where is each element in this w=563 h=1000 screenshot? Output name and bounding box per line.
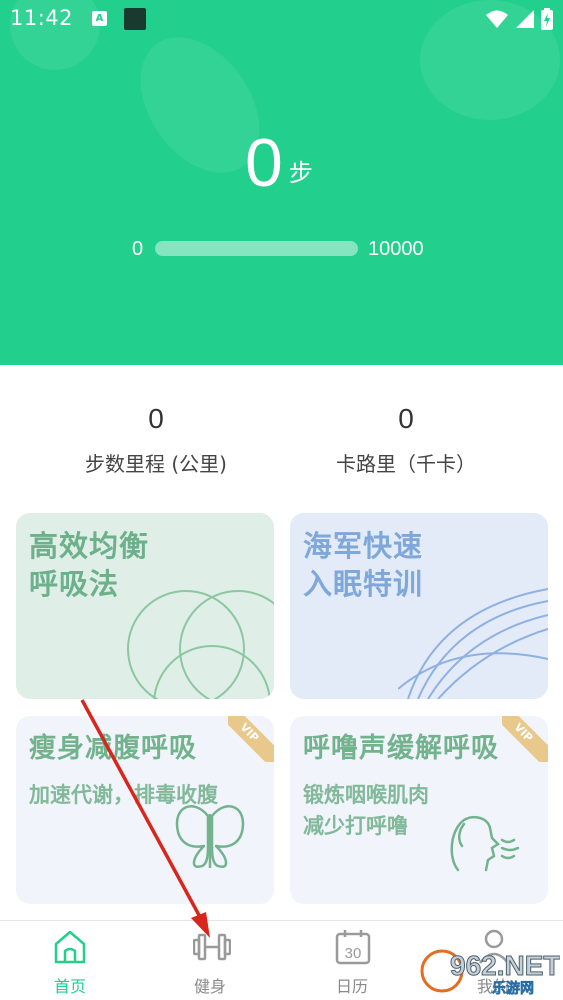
breathing-card-slimming[interactable]: 瘦身减腹呼吸 加速代谢，排毒收腹 VIP	[16, 716, 274, 904]
status-icons	[485, 7, 553, 31]
watermark-subtext: 乐游网	[492, 980, 534, 997]
wifi-icon	[486, 10, 508, 28]
header-panel: 11:42 A 0 步 0 10000	[0, 0, 563, 365]
snoring-face-icon	[450, 816, 520, 872]
steps-count: 0	[245, 125, 283, 201]
calendar-day-number: 30	[345, 945, 362, 962]
card-subtitle-line: 减少打呼噜	[303, 814, 408, 838]
card-title: 呼噜声缓解呼吸	[303, 733, 499, 764]
signal-icon	[516, 10, 534, 28]
curved-lines-icon	[398, 588, 548, 699]
calorie-stat: 0 卡路里（千卡）	[286, 402, 526, 477]
progress-goal-label: 10000	[368, 238, 424, 260]
card-title: 瘦身减腹呼吸	[29, 733, 197, 764]
distance-stat: 0 步数里程 (公里)	[36, 402, 276, 477]
calorie-value: 0	[398, 403, 414, 434]
progress-min-label: 0	[132, 238, 144, 260]
card-subtitle: 锻炼咽喉肌肉 减少打呼噜	[303, 780, 429, 842]
calorie-label: 卡路里（千卡）	[336, 452, 476, 476]
steps-display: 0 步	[245, 128, 313, 198]
watermark-text: 962.NET	[450, 950, 560, 981]
notification-square-icon	[124, 8, 146, 30]
nav-home[interactable]: 首页	[20, 921, 120, 1000]
breathing-card-navy-sleep[interactable]: 海军快速 入眠特训	[290, 513, 548, 699]
nav-fitness-label: 健身	[193, 977, 226, 996]
vip-badge: VIP	[502, 716, 548, 762]
nav-home-label: 首页	[53, 977, 86, 996]
status-bar: 11:42 A	[0, 0, 563, 38]
nav-calendar-label: 日历	[335, 977, 368, 996]
calendar-icon: 30	[335, 930, 371, 965]
dumbbell-icon	[193, 933, 231, 961]
nav-calendar[interactable]: 30 日历	[302, 921, 402, 1000]
battery-icon	[541, 8, 553, 30]
breathing-card-balanced[interactable]: 高效均衡 呼吸法	[16, 513, 274, 699]
card-title-line: 高效均衡	[29, 529, 150, 563]
breathing-card-snoring[interactable]: 呼噜声缓解呼吸 锻炼咽喉肌肉 减少打呼噜 VIP	[290, 716, 548, 904]
steps-unit: 步	[288, 159, 313, 187]
card-title-line: 海军快速	[303, 529, 424, 563]
vip-badge-label: VIP	[228, 716, 274, 762]
card-subtitle-line: 锻炼咽喉肌肉	[303, 783, 429, 807]
nav-fitness[interactable]: 健身	[160, 921, 260, 1000]
vip-badge: VIP	[228, 716, 274, 762]
home-icon	[54, 930, 86, 964]
vip-badge-label: VIP	[502, 716, 548, 762]
watermark-logo: 962.NET 乐游网	[420, 949, 560, 997]
distance-label: 步数里程 (公里)	[85, 452, 227, 476]
status-time: 11:42	[10, 6, 74, 30]
butterfly-icon	[175, 805, 245, 869]
steps-progress-bar	[155, 241, 358, 256]
overlapping-circles-icon	[127, 590, 274, 699]
notification-a-icon: A	[92, 11, 107, 26]
distance-value: 0	[148, 403, 164, 434]
